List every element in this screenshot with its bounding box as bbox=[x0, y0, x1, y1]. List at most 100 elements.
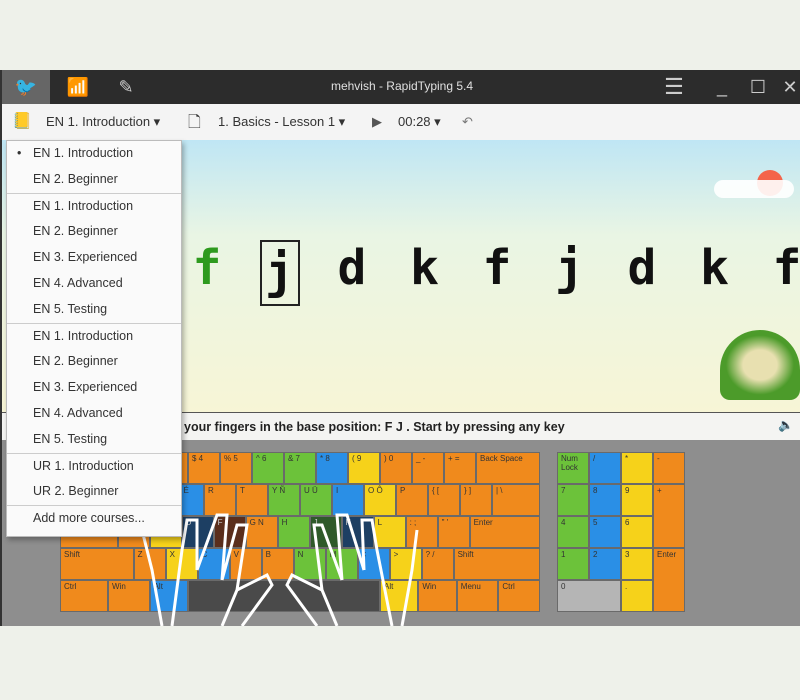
key[interactable]: 2 bbox=[589, 548, 621, 580]
key[interactable]: . bbox=[621, 580, 653, 612]
key-label: } ] bbox=[464, 486, 472, 495]
menu-item-label: EN 3. Experienced bbox=[33, 250, 138, 265]
key-label: 3 bbox=[625, 550, 630, 559]
course-dropdown[interactable]: EN 1. Introduction ▾ bbox=[46, 114, 160, 130]
menu-item-label: EN 3. Experienced bbox=[33, 380, 138, 395]
key[interactable]: ? / bbox=[421, 548, 454, 580]
undo-icon[interactable]: ↶ bbox=[462, 114, 473, 130]
key[interactable]: + bbox=[653, 484, 685, 548]
key[interactable]: 9 bbox=[621, 484, 653, 516]
menu-item[interactable]: EN 5. Testing bbox=[7, 297, 181, 323]
menu-item[interactable]: EN 1. Introduction bbox=[7, 192, 181, 220]
tree-icon bbox=[720, 330, 800, 400]
key[interactable]: { [ bbox=[428, 484, 460, 516]
timer-dropdown[interactable]: 00:28 ▾ bbox=[398, 114, 441, 130]
lesson-label: 1. Basics - Lesson 1 bbox=[218, 114, 336, 129]
key[interactable]: 4 bbox=[557, 516, 589, 548]
key[interactable]: Enter bbox=[653, 548, 685, 612]
lesson-char: f bbox=[192, 240, 222, 296]
course-book-icon: 📒 bbox=[12, 113, 32, 130]
lesson-char: f bbox=[772, 240, 800, 296]
key-label: Enter bbox=[657, 550, 677, 559]
key-label: Num Lock bbox=[561, 454, 578, 472]
key-label: 5 bbox=[593, 518, 598, 527]
lesson-char: k bbox=[410, 240, 439, 296]
course-dropdown-menu: • EN 1. Introduction EN 2. Beginner EN 1. I… bbox=[6, 140, 182, 537]
cloud-icon bbox=[714, 180, 794, 198]
key[interactable]: 1 bbox=[557, 548, 589, 580]
menu-item[interactable]: EN 1. Introduction bbox=[7, 322, 181, 350]
key[interactable]: | \ bbox=[492, 484, 540, 516]
menu-icon[interactable]: ☰ bbox=[650, 70, 698, 104]
key[interactable]: ^ 6 bbox=[252, 452, 284, 484]
key[interactable]: 5 bbox=[589, 516, 621, 548]
hands-icon bbox=[142, 513, 419, 626]
menu-item-label: EN 1. Introduction bbox=[33, 146, 134, 160]
key-label: . bbox=[625, 582, 628, 591]
title-bar: 🐦 📶 ✎ mehvish - RapidTyping 5.4 ☰ _ ☐ ✕ bbox=[2, 70, 800, 104]
menu-item[interactable]: EN 4. Advanced bbox=[7, 401, 181, 427]
menu-item[interactable]: EN 3. Experienced bbox=[7, 375, 181, 401]
key-label: { [ bbox=[432, 486, 440, 495]
key-label: + bbox=[657, 486, 662, 495]
key[interactable]: * 8 bbox=[316, 452, 348, 484]
lesson-char: j bbox=[259, 240, 300, 306]
key[interactable]: Back Space bbox=[476, 452, 540, 484]
menu-item-label: EN 4. Advanced bbox=[33, 275, 123, 290]
key[interactable]: Shift bbox=[453, 548, 540, 580]
menu-item-label: EN 1. Introduction bbox=[33, 328, 134, 343]
key[interactable]: / bbox=[589, 452, 621, 484]
key[interactable]: Menu bbox=[456, 580, 499, 612]
key-label: P bbox=[400, 486, 406, 495]
key-label: T bbox=[240, 486, 245, 495]
menu-item[interactable]: EN 3. Experienced bbox=[7, 245, 181, 271]
menu-item[interactable]: UR 1. Introduction bbox=[7, 452, 181, 480]
key-label: | \ bbox=[496, 486, 503, 495]
key[interactable]: & 7 bbox=[284, 452, 316, 484]
key[interactable]: Ctrl bbox=[60, 580, 108, 612]
key[interactable]: Num Lock bbox=[557, 452, 589, 484]
menu-item-label: EN 5. Testing bbox=[33, 301, 108, 316]
speaker-icon[interactable]: 🔈 bbox=[778, 418, 794, 433]
lesson-char: d bbox=[627, 240, 657, 296]
key[interactable]: 0 bbox=[557, 580, 621, 612]
key[interactable]: 3 bbox=[621, 548, 653, 580]
menu-item[interactable]: EN 4. Advanced bbox=[7, 271, 181, 297]
lesson-char: k bbox=[700, 240, 729, 296]
key[interactable]: 6 bbox=[621, 516, 653, 548]
play-icon[interactable]: ▶ bbox=[372, 114, 382, 130]
menu-item[interactable]: EN 5. Testing bbox=[7, 427, 181, 453]
menu-item[interactable]: • EN 1. Introduction bbox=[7, 141, 181, 167]
menu-item[interactable]: Add more courses... bbox=[7, 505, 181, 532]
close-button[interactable]: ✕ bbox=[766, 70, 800, 104]
key[interactable]: Ctrl bbox=[498, 580, 540, 612]
key-label: I bbox=[336, 486, 339, 495]
key[interactable]: + = bbox=[444, 452, 476, 484]
menu-item-label: EN 1. Introduction bbox=[33, 198, 134, 213]
key[interactable]: % 5 bbox=[220, 452, 252, 484]
key[interactable]: } ] bbox=[460, 484, 492, 516]
key[interactable]: - bbox=[653, 452, 685, 484]
key[interactable]: * bbox=[621, 452, 653, 484]
key-label: O Ô bbox=[368, 486, 383, 495]
menu-item[interactable]: UR 2. Beginner bbox=[7, 479, 181, 505]
key[interactable]: 7 bbox=[557, 484, 589, 516]
key[interactable]: " ' bbox=[437, 516, 470, 548]
menu-item-label: EN 5. Testing bbox=[33, 431, 108, 446]
key-label: ) 0 bbox=[384, 454, 394, 463]
key-label: 0 bbox=[561, 582, 566, 591]
key[interactable]: Enter bbox=[469, 516, 540, 548]
key[interactable]: _ - bbox=[412, 452, 444, 484]
lesson-dropdown[interactable]: 1. Basics - Lesson 1 ▾ bbox=[218, 114, 345, 130]
key[interactable]: $ 4 bbox=[188, 452, 220, 484]
menu-item[interactable]: EN 2. Beginner bbox=[7, 167, 181, 193]
menu-item[interactable]: EN 2. Beginner bbox=[7, 349, 181, 375]
key[interactable]: Win bbox=[418, 580, 457, 612]
key[interactable]: 8 bbox=[589, 484, 621, 516]
menu-item[interactable]: EN 2. Beginner bbox=[7, 219, 181, 245]
key[interactable]: ( 9 bbox=[348, 452, 380, 484]
key[interactable]: ) 0 bbox=[380, 452, 412, 484]
lesson-page-icon: 🗋 bbox=[188, 114, 201, 131]
key-label: * 8 bbox=[320, 454, 330, 463]
key[interactable]: Shift bbox=[60, 548, 134, 580]
